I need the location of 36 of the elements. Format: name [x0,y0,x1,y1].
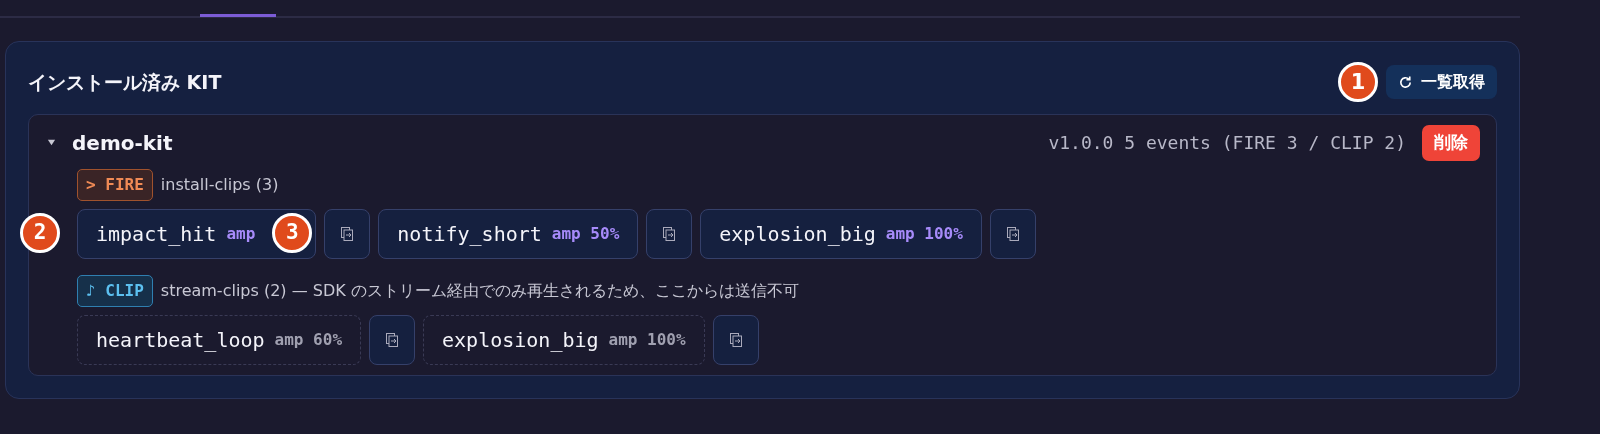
event-chip[interactable]: notify_short amp 50% [378,208,639,259]
refresh-button[interactable]: 一覧取得 [1386,65,1497,99]
group-caption: install-clips (3) [160,173,279,196]
panel-title: インストール済み KIT [28,69,222,95]
kit-name: demo-kit [72,129,173,157]
copy-button[interactable] [324,208,371,259]
event-name: impact_hit [96,220,217,248]
copy-icon [386,332,398,347]
event-chip[interactable]: explosion_big amp 100% [700,208,982,259]
caret-icon[interactable] [47,138,56,148]
copy-icon [729,332,742,347]
copy-icon [1006,226,1019,241]
callout-marker: 1 [1338,62,1378,102]
copy-button[interactable] [712,314,759,365]
event-name: explosion_big [719,220,876,248]
event-name: explosion_big [442,326,599,354]
event-name: heartbeat_loop [96,326,265,354]
amp-label: amp 50% [551,222,620,245]
event-name: notify_short [397,220,542,248]
callout-marker: 3 [272,212,313,253]
amp-label: amp 60% [274,328,342,351]
group-caption: stream-clips (2) — SDK のストリーム経由でのみ再生されるため、ここからは送信不可 [160,279,799,302]
refresh-icon [1398,74,1413,90]
kind-badge: ♪ CLIP [77,274,153,307]
copy-button[interactable] [369,314,415,365]
copy-button[interactable] [989,208,1036,259]
kind-badge: > FIRE [77,168,153,201]
amp-label: amp 100% [608,328,686,351]
copy-icon [341,226,354,241]
copy-icon [663,226,676,241]
copy-button[interactable] [646,208,693,259]
delete-button[interactable]: 削除 [1422,125,1480,161]
kit-meta: v1.0.0 5 events (FIRE 3 / CLIP 2) [1048,131,1406,156]
callout-marker: 2 [20,212,60,253]
amp-label: amp [226,222,256,245]
amp-label: amp 100% [885,222,963,245]
